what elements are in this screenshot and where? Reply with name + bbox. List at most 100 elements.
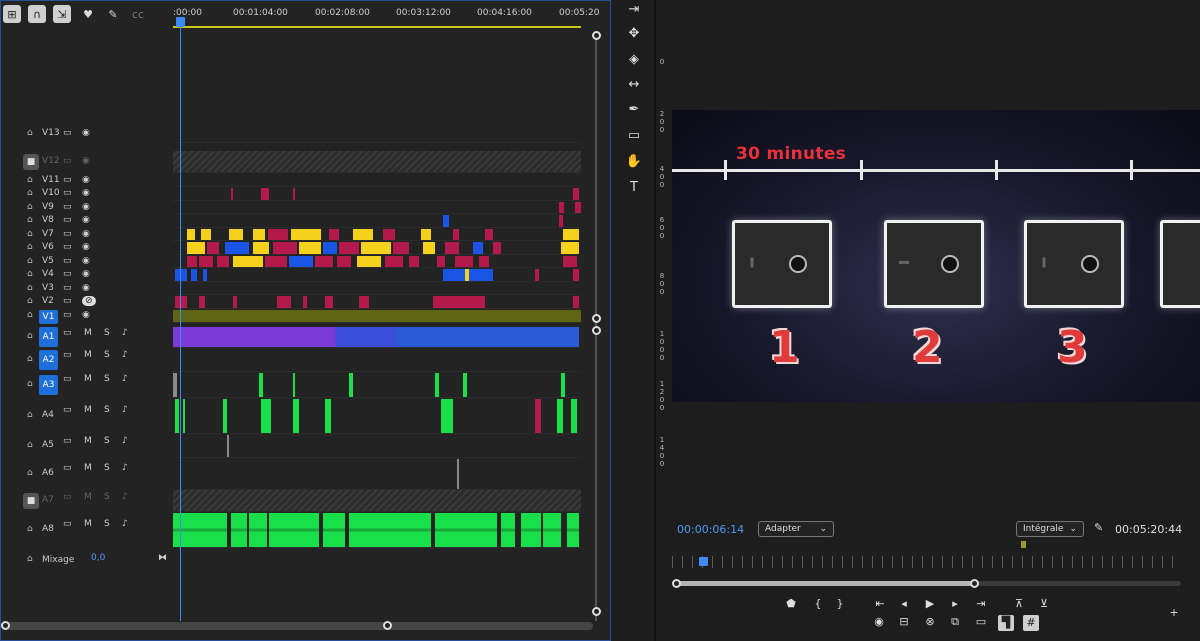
video-clip[interactable] <box>175 269 187 281</box>
video-clip[interactable] <box>201 229 211 240</box>
insert-snap-icon[interactable]: ⊞ <box>3 5 21 23</box>
solo-button[interactable]: S <box>104 436 110 446</box>
track-label[interactable]: V7 <box>42 229 54 239</box>
video-clip[interactable] <box>465 269 469 281</box>
sync-lock-icon[interactable]: ▭ <box>63 374 72 384</box>
track-content[interactable] <box>173 282 581 295</box>
lock-icon[interactable]: ⌂ <box>27 354 33 364</box>
play-icon[interactable]: ▶ <box>922 597 938 610</box>
video-clip[interactable] <box>437 256 445 267</box>
video-clip[interactable] <box>203 269 207 281</box>
track-label[interactable]: V12 <box>42 156 60 166</box>
lock-icon[interactable]: ⌂ <box>27 524 33 534</box>
settings-wrench-icon[interactable]: ✎ <box>1094 521 1103 534</box>
sync-lock-icon[interactable]: ▭ <box>63 202 72 212</box>
track-content[interactable] <box>173 125 581 143</box>
video-clip[interactable] <box>563 256 577 267</box>
mute-button[interactable]: M <box>84 350 92 360</box>
track-content[interactable] <box>173 309 581 323</box>
mark-out-icon[interactable]: } <box>832 597 848 610</box>
track-content[interactable] <box>173 490 581 512</box>
lock-icon[interactable]: ⌂ <box>27 440 33 450</box>
solo-button[interactable]: S <box>104 350 110 360</box>
sync-lock-icon[interactable]: ▭ <box>63 128 72 138</box>
track-select-forward-icon[interactable]: ⇥ <box>624 0 644 20</box>
video-clip[interactable] <box>573 269 579 281</box>
sync-lock-icon[interactable]: ▭ <box>63 350 72 360</box>
video-clip[interactable] <box>253 242 269 254</box>
audio-clip[interactable] <box>349 513 431 547</box>
lock-icon[interactable]: ⌂ <box>27 256 33 266</box>
video-clip[interactable] <box>559 215 563 227</box>
video-clip[interactable] <box>485 229 493 240</box>
video-clip[interactable] <box>473 242 483 254</box>
video-clip[interactable] <box>187 229 195 240</box>
eye-icon[interactable]: ◉ <box>82 229 90 239</box>
track-content[interactable] <box>173 268 581 282</box>
microphone-icon[interactable]: ♪ <box>122 436 128 446</box>
monitor-zoom-scrollbar[interactable] <box>676 581 1181 586</box>
video-clip[interactable] <box>229 229 243 240</box>
zoom-handle-right[interactable] <box>383 621 392 630</box>
linked-selection-icon[interactable]: ⇲ <box>53 5 71 23</box>
monitor-playhead[interactable] <box>699 557 708 566</box>
wrench-icon[interactable]: ✎ <box>104 5 122 23</box>
mute-button[interactable]: M <box>84 328 92 338</box>
video-clip[interactable] <box>575 202 581 213</box>
go-to-out-icon[interactable]: ⇥ <box>973 597 989 610</box>
video-clip[interactable] <box>563 229 579 240</box>
sync-lock-icon[interactable]: ▭ <box>63 156 72 166</box>
audio-clip[interactable] <box>501 513 515 547</box>
mute-button[interactable]: M <box>84 436 92 446</box>
audio-clip[interactable] <box>269 513 319 547</box>
video-clip[interactable] <box>493 242 501 254</box>
video-clip[interactable] <box>353 229 373 240</box>
lock-icon[interactable]: ⌂ <box>27 175 33 185</box>
vertical-scroll-handle-top[interactable] <box>592 31 601 40</box>
track-label[interactable]: A3 <box>39 375 58 395</box>
rectangle-icon[interactable]: ▭ <box>624 126 644 146</box>
track-content[interactable] <box>173 201 581 214</box>
microphone-icon[interactable]: ♪ <box>122 350 128 360</box>
ripple-edit-icon[interactable]: ✥ <box>624 24 644 44</box>
track-content[interactable] <box>173 228 581 241</box>
audio-clip[interactable] <box>571 399 577 433</box>
monitor-time-ruler[interactable] <box>672 556 1182 568</box>
track-label[interactable]: A8 <box>42 524 54 534</box>
fit-select[interactable]: Adapter ⌄ <box>758 521 834 537</box>
mute-button[interactable]: M <box>84 492 92 502</box>
lock-icon[interactable]: ■ <box>23 154 39 170</box>
lift-icon[interactable]: ⊼ <box>1011 597 1027 610</box>
track-label[interactable]: A5 <box>42 440 54 450</box>
lock-icon[interactable]: ⌂ <box>27 310 33 320</box>
go-to-in-icon[interactable]: ⇤ <box>872 597 888 610</box>
video-clip[interactable] <box>325 296 333 308</box>
sync-lock-icon[interactable]: ▭ <box>63 296 72 306</box>
lock-icon[interactable]: ⌂ <box>27 229 33 239</box>
lock-icon[interactable]: ⌂ <box>27 215 33 225</box>
track-label[interactable]: V1 <box>39 310 58 324</box>
eye-icon[interactable]: ◉ <box>82 188 90 198</box>
track-label[interactable]: A6 <box>42 468 54 478</box>
mute-button[interactable]: M <box>84 405 92 415</box>
track-label[interactable]: V2 <box>42 296 54 306</box>
track-label[interactable]: V8 <box>42 215 54 225</box>
safe-margins-icon[interactable]: ▭ <box>973 615 989 628</box>
audio-clip[interactable] <box>261 399 271 433</box>
track-label[interactable]: V4 <box>42 269 54 279</box>
video-clip[interactable] <box>535 269 539 281</box>
solo-button[interactable]: S <box>104 519 110 529</box>
video-clip[interactable] <box>199 296 205 308</box>
vr-view-icon[interactable]: ▜ <box>998 615 1014 631</box>
video-clip[interactable] <box>573 188 579 200</box>
audio-clip[interactable] <box>183 399 185 433</box>
audio-clip[interactable] <box>543 513 561 547</box>
sync-lock-icon[interactable]: ▭ <box>63 229 72 239</box>
lock-icon[interactable]: ⌂ <box>27 242 33 252</box>
track-content[interactable] <box>173 241 581 255</box>
add-marker-icon[interactable]: ⬟ <box>783 597 799 610</box>
track-label[interactable]: V9 <box>42 202 54 212</box>
video-clip[interactable] <box>199 256 213 267</box>
microphone-icon[interactable]: ♪ <box>122 405 128 415</box>
audio-clip[interactable] <box>323 513 345 547</box>
